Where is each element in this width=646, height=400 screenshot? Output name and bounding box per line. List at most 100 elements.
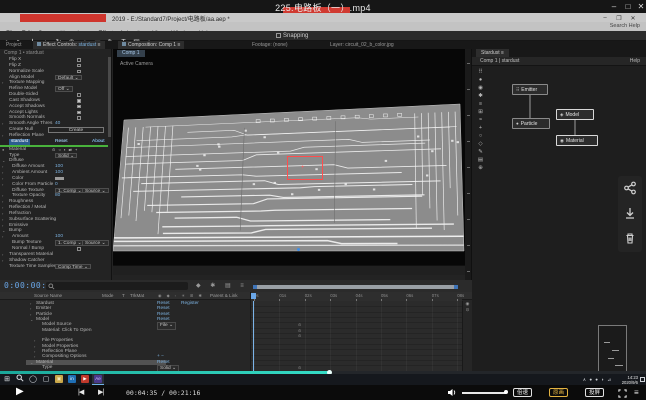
grid-options-icon[interactable]: ⊞ <box>163 273 167 275</box>
time-ruler[interactable]: 0s01s02s03s04s05s06s07s08s <box>250 292 462 301</box>
about-link[interactable]: About <box>92 139 105 145</box>
row-checkbox[interactable] <box>77 111 81 115</box>
pixel-aspect-icon[interactable]: ◔ <box>323 273 326 275</box>
snapping-toggle[interactable]: Snapping <box>276 31 308 41</box>
playhead-handle[interactable] <box>251 293 256 299</box>
cortana-icon[interactable]: ◯ <box>27 374 39 385</box>
timeline-view-icons[interactable]: ◆ ✱ ▤ ≡ <box>196 280 248 292</box>
tab-footage[interactable]: Footage: (none) <box>248 41 292 49</box>
speed-button[interactable]: 倍速 <box>513 388 532 397</box>
work-area-start-handle[interactable] <box>253 285 257 289</box>
linkedin-icon[interactable]: in <box>66 374 78 385</box>
row-dropdown[interactable]: Solid ⌄ <box>55 153 77 158</box>
column-t[interactable]: T <box>122 292 125 300</box>
snapshot-icon[interactable]: ▣ <box>213 273 218 275</box>
row-checkbox[interactable] <box>77 58 81 62</box>
row-checkbox[interactable] <box>77 99 81 103</box>
trash-icon[interactable] <box>623 231 637 245</box>
tray-caret-icon[interactable]: ∧ <box>583 377 587 382</box>
after-effects-icon[interactable]: Ae <box>92 374 104 385</box>
hand-toggle-icon[interactable]: ⊡ <box>119 273 123 275</box>
emitter-node[interactable]: ⠿Emitter <box>512 84 548 95</box>
row-dropdown[interactable]: Comp Time ⌄ <box>55 264 91 269</box>
effect-row-texture-time-sampler[interactable]: Texture Time SamplerComp Time ⌄ <box>0 264 108 270</box>
taskbar-search-icon[interactable] <box>14 374 26 385</box>
download-icon[interactable] <box>623 206 637 220</box>
create-null-button[interactable]: Create <box>48 127 104 132</box>
work-area-bar[interactable] <box>253 285 458 289</box>
row-checkbox[interactable] <box>77 64 81 68</box>
stopwatch-icon[interactable]: ⊙ <box>298 365 301 370</box>
timeline-search-input[interactable] <box>46 282 188 290</box>
row-dropdown-source[interactable]: Source ⌄ <box>82 240 109 245</box>
row-checkbox[interactable] <box>77 70 81 74</box>
comp-navigator-tab[interactable]: Comp 1 <box>117 50 145 57</box>
row-checkbox[interactable] <box>77 93 81 97</box>
fullscreen-icon[interactable] <box>618 389 627 398</box>
column-source-name[interactable]: Source Name <box>34 292 62 300</box>
task-view-icon[interactable]: ▢ <box>40 374 52 385</box>
ae-restore-button[interactable]: ❐ <box>614 15 624 22</box>
red-overlay-box-2 <box>20 14 106 22</box>
stopwatch-icon[interactable]: ⊙ <box>298 333 301 338</box>
magnification-select[interactable]: 100% ▾ <box>140 273 157 275</box>
window-close-button[interactable]: ✕ <box>635 1 646 12</box>
color-swatch[interactable] <box>55 177 64 181</box>
share-nodes-icon[interactable] <box>623 181 637 195</box>
volume-icon[interactable] <box>447 388 457 397</box>
search-help[interactable]: Search Help <box>610 22 640 31</box>
timeline-row-type[interactable]: TypeSolid ⌄⊙ <box>0 365 250 370</box>
row-checkbox[interactable] <box>77 116 81 120</box>
preview-time[interactable]: 0:00:00:00 <box>184 273 208 275</box>
row-checkbox[interactable] <box>77 105 81 109</box>
effect-controls-scrollbar[interactable] <box>108 57 111 137</box>
start-button[interactable]: ⊞ <box>1 374 13 385</box>
effect-row-stardust[interactable]: stardustResetAboutResetAbout <box>0 139 108 145</box>
particle-node[interactable]: ●Particle <box>512 118 550 129</box>
exposure-value[interactable]: +0.0 <box>332 273 342 275</box>
taskbar-clock[interactable]: 14:232020/9/6 <box>612 374 638 386</box>
notification-center-icon[interactable] <box>640 377 645 382</box>
collapsed-panel-strip[interactable] <box>465 49 472 280</box>
composition-viewport[interactable]: Comp 1 Active Camera + ⊡◫100% ▾⊞⬚0:00:00… <box>113 49 465 275</box>
window-maximize-button[interactable]: □ <box>622 1 634 12</box>
window-minimize-button[interactable]: – <box>608 1 620 12</box>
volume-knob[interactable] <box>504 390 508 394</box>
work-area-end-handle[interactable] <box>454 285 458 289</box>
next-button[interactable]: ▶| <box>98 388 103 396</box>
playlist-icon[interactable]: ≡ <box>634 388 639 397</box>
previous-button[interactable]: |◀ <box>78 388 83 396</box>
row-dropdown-layer[interactable]: 1. Comp ⌄ <box>55 240 84 245</box>
tab-layer[interactable]: Layer: circuit_02_b_color.jpg <box>326 41 398 49</box>
tab-project[interactable]: Project <box>2 41 26 49</box>
row-checkbox[interactable] <box>77 247 81 251</box>
row-dropdown[interactable]: Default ⌄ <box>55 75 82 80</box>
reset-link[interactable]: Reset <box>55 139 68 145</box>
column-mode[interactable]: Mode <box>102 292 114 300</box>
quality-button[interactable]: 原画 <box>549 388 568 397</box>
column-parent-link[interactable]: Parent & Link <box>210 292 238 300</box>
model-node[interactable]: ◈Model <box>556 109 594 120</box>
ae-close-button[interactable]: ✕ <box>628 15 638 22</box>
snapping-checkbox[interactable] <box>276 33 281 38</box>
row-dropdown[interactable]: Off ⌄ <box>55 86 73 91</box>
row-dropdown-source[interactable]: Source ⌄ <box>82 188 109 193</box>
camera-select[interactable]: Active Camera ▾ <box>253 273 290 275</box>
resolution-select[interactable]: Full ▾ <box>224 273 236 275</box>
file-explorer-icon[interactable]: ▣ <box>53 374 65 385</box>
play-button[interactable]: ▶ <box>16 386 24 397</box>
tab-composition[interactable]: Composition: Comp 1 ≡ <box>118 41 184 49</box>
transparency-grid-icon[interactable]: ◧ <box>242 273 247 275</box>
tab-effect-controls[interactable]: Effect Controls: stardust ≡ <box>33 41 105 49</box>
ae-minimize-button[interactable]: – <box>600 15 610 21</box>
region-of-interest-icon[interactable]: ◫ <box>129 273 134 275</box>
material-node[interactable]: ◉Material <box>556 135 598 146</box>
cast-button[interactable]: 投屏 <box>585 388 604 397</box>
red-app-icon[interactable]: ▶ <box>79 374 91 385</box>
timeline-lanes[interactable] <box>250 301 462 371</box>
mask-visibility-icon[interactable]: ⬚ <box>173 273 178 275</box>
volume-slider[interactable] <box>462 392 506 394</box>
view-layout-select[interactable]: 2 Views ▾ <box>295 273 316 275</box>
system-tray[interactable]: ∧ ● ● ◗ ⊿ <box>583 374 612 385</box>
column-trkmat[interactable]: TrkMat <box>130 292 144 300</box>
